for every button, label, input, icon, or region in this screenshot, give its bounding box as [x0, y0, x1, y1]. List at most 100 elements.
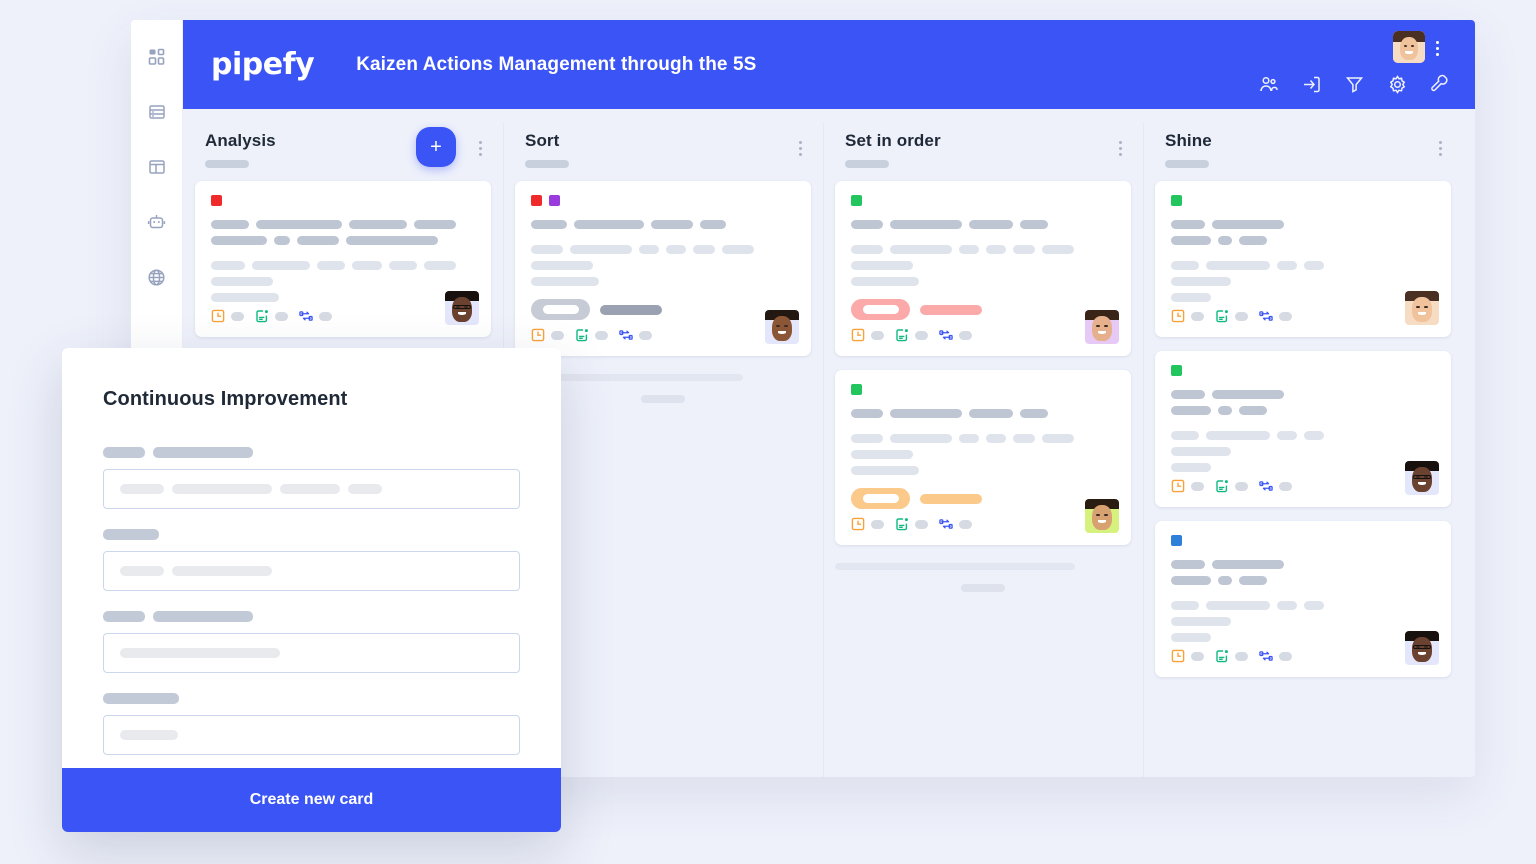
add-card-button[interactable]: +	[416, 127, 456, 167]
kanban-card[interactable]	[835, 370, 1131, 545]
icon-value-placeholder	[275, 311, 288, 321]
kanban-card[interactable]	[1155, 521, 1451, 677]
skeleton-bar	[959, 245, 979, 254]
clock-square-icon[interactable]	[1171, 649, 1185, 663]
column-menu-button[interactable]	[1433, 139, 1447, 157]
sidebar-item-apps[interactable]	[142, 42, 172, 72]
column-load-more-placeholder	[835, 563, 1131, 592]
field-input[interactable]	[103, 715, 520, 755]
user-avatar[interactable]	[1393, 31, 1425, 63]
column-header: Set in order	[835, 109, 1131, 181]
card-assignee-avatar[interactable]	[1405, 461, 1439, 495]
skeleton-bar	[890, 434, 952, 443]
kanban-card[interactable]	[835, 181, 1131, 356]
archive-inbox-icon[interactable]	[1300, 73, 1322, 95]
connector-icon[interactable]	[1259, 649, 1273, 663]
skeleton-bar	[574, 220, 644, 229]
sidebar-item-public[interactable]	[142, 262, 172, 292]
skeleton-bar	[1171, 406, 1211, 415]
skeleton-row	[211, 261, 477, 270]
kanban-card[interactable]	[1155, 351, 1451, 507]
checklist-icon[interactable]	[1215, 479, 1229, 493]
icon-value-placeholder	[1235, 651, 1248, 661]
skeleton-bar	[211, 220, 249, 229]
label-chip[interactable]	[1171, 535, 1182, 546]
column-menu-button[interactable]	[1113, 139, 1127, 157]
card-assignee-avatar[interactable]	[1085, 310, 1119, 344]
filter-funnel-icon[interactable]	[1343, 73, 1365, 95]
connector-icon[interactable]	[939, 328, 953, 342]
members-icon[interactable]	[1257, 73, 1279, 95]
kanban-card[interactable]	[515, 181, 811, 356]
skeleton-bar	[256, 220, 342, 229]
card-assignee-avatar[interactable]	[765, 310, 799, 344]
checklist-icon[interactable]	[895, 328, 909, 342]
column-menu-button[interactable]	[793, 139, 807, 157]
skeleton-bar	[1218, 576, 1232, 585]
sidebar-item-database[interactable]	[142, 97, 172, 127]
sidebar-item-automation[interactable]	[142, 207, 172, 237]
kanban-card[interactable]	[1155, 181, 1451, 337]
create-new-card-button[interactable]: Create new card	[62, 768, 561, 832]
label-chip[interactable]	[549, 195, 560, 206]
wrench-icon[interactable]	[1429, 73, 1451, 95]
checklist-icon[interactable]	[255, 309, 269, 323]
connector-icon[interactable]	[939, 517, 953, 531]
connector-icon[interactable]	[619, 328, 633, 342]
field-label	[103, 611, 520, 622]
skeleton-bar	[1304, 261, 1324, 270]
gear-icon[interactable]	[1386, 73, 1408, 95]
kanban-card[interactable]	[195, 181, 491, 337]
label-chip[interactable]	[531, 195, 542, 206]
column-menu-button[interactable]	[473, 139, 487, 157]
skeleton-bar	[700, 220, 726, 229]
connector-icon[interactable]	[1259, 309, 1273, 323]
skeleton-bar	[1171, 236, 1211, 245]
skeleton-row	[1171, 576, 1437, 585]
clock-square-icon[interactable]	[1171, 479, 1185, 493]
skeleton-bar	[1171, 633, 1211, 642]
skeleton-bar	[531, 245, 563, 254]
sidebar-item-layout[interactable]	[142, 152, 172, 182]
label-chip[interactable]	[1171, 195, 1182, 206]
card-label-chips	[851, 384, 1117, 395]
label-chip[interactable]	[851, 384, 862, 395]
card-assignee-avatar[interactable]	[1405, 291, 1439, 325]
skeleton-row	[1171, 560, 1437, 569]
skeleton-bar	[424, 261, 456, 270]
checklist-icon[interactable]	[895, 517, 909, 531]
connector-icon[interactable]	[299, 309, 313, 323]
header-kebab-menu[interactable]	[1429, 38, 1445, 58]
card-assignee-avatar[interactable]	[1085, 499, 1119, 533]
clock-square-icon[interactable]	[531, 328, 545, 342]
label-chip[interactable]	[851, 195, 862, 206]
label-chip[interactable]	[1171, 365, 1182, 376]
column-count-placeholder	[845, 160, 889, 168]
card-assignee-avatar[interactable]	[445, 291, 479, 325]
label-chip[interactable]	[211, 195, 222, 206]
field-input[interactable]	[103, 633, 520, 673]
skeleton-bar	[1171, 560, 1205, 569]
field-input[interactable]	[103, 469, 520, 509]
column-header: Sort	[515, 109, 811, 181]
clock-square-icon[interactable]	[211, 309, 225, 323]
clock-square-icon[interactable]	[1171, 309, 1185, 323]
pipefy-logo[interactable]: pipefy	[211, 49, 315, 80]
clock-square-icon[interactable]	[851, 328, 865, 342]
skeleton-row	[1171, 390, 1437, 399]
skeleton-bar	[531, 277, 599, 286]
skeleton-bar	[959, 434, 979, 443]
skeleton-row	[531, 277, 797, 286]
card-footer-icons	[211, 309, 477, 323]
globe-icon	[147, 268, 166, 287]
checklist-icon[interactable]	[1215, 649, 1229, 663]
checklist-icon[interactable]	[1215, 309, 1229, 323]
skeleton-bar	[1304, 431, 1324, 440]
skeleton-bar	[986, 245, 1006, 254]
card-assignee-avatar[interactable]	[1405, 631, 1439, 665]
field-input[interactable]	[103, 551, 520, 591]
connector-icon[interactable]	[1259, 479, 1273, 493]
checklist-icon[interactable]	[575, 328, 589, 342]
skeleton-bar	[153, 611, 253, 622]
clock-square-icon[interactable]	[851, 517, 865, 531]
